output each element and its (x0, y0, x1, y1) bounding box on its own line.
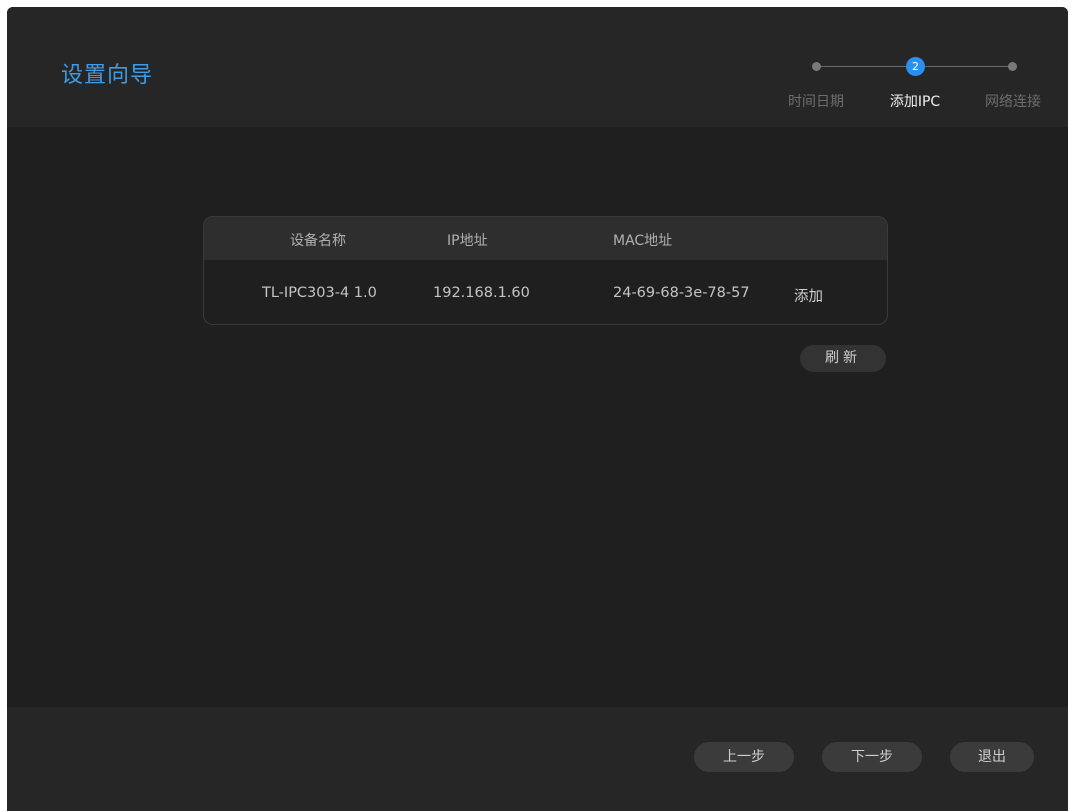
setup-wizard-window: 设置向导 2 时间日期 添加IPC 网络连接 设备名称 IP地址 MAC地址 T… (7, 7, 1068, 811)
ipc-device-table: 设备名称 IP地址 MAC地址 TL-IPC303-4 1.0 192.168.… (203, 216, 888, 325)
exit-button[interactable]: 退出 (950, 742, 1034, 772)
step-dot-add-ipc: 2 (906, 57, 925, 76)
step-indicator: 2 时间日期 添加IPC 网络连接 (775, 51, 1065, 111)
mac-address-cell: 24-69-68-3e-78-57 (613, 285, 750, 301)
device-name-cell: TL-IPC303-4 1.0 (262, 285, 377, 301)
wizard-header: 设置向导 2 时间日期 添加IPC 网络连接 (7, 7, 1068, 127)
column-header-mac: MAC地址 (613, 233, 673, 249)
refresh-button[interactable]: 刷新 (800, 345, 886, 372)
step-connector (925, 66, 1013, 67)
column-header-device-name: 设备名称 (290, 233, 346, 249)
wizard-title: 设置向导 (61, 63, 154, 88)
add-device-link[interactable]: 添加 (794, 285, 823, 306)
ip-address-cell: 192.168.1.60 (433, 285, 530, 301)
prev-step-button[interactable]: 上一步 (694, 742, 794, 772)
table-header: 设备名称 IP地址 MAC地址 (204, 217, 887, 260)
step-dot-time-date (812, 62, 821, 71)
wizard-footer: 上一步 下一步 退出 (7, 707, 1068, 811)
step-label-add-ipc: 添加IPC (889, 94, 941, 110)
next-step-button[interactable]: 下一步 (822, 742, 922, 772)
step-label-network: 网络连接 (985, 94, 1041, 110)
step-connector (818, 66, 906, 67)
table-row: TL-IPC303-4 1.0 192.168.1.60 24-69-68-3e… (204, 260, 887, 324)
column-header-ip: IP地址 (447, 233, 488, 249)
step-dot-network (1008, 62, 1017, 71)
step-label-time-date: 时间日期 (788, 94, 844, 110)
